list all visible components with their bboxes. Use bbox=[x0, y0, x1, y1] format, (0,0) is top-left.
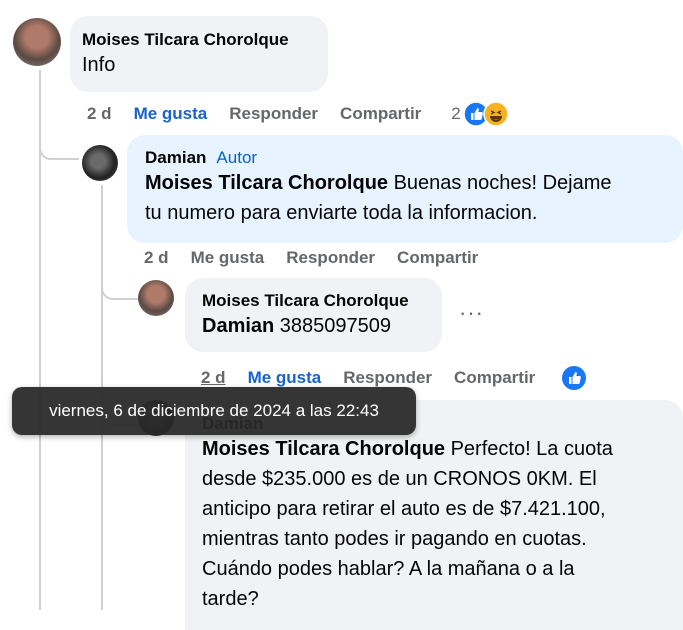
comment-text: Moises Tilcara Chorolque Buenas noches! … bbox=[145, 172, 612, 224]
mention-link[interactable]: Damian bbox=[202, 315, 274, 337]
timestamp-link[interactable]: 2 d bbox=[144, 248, 169, 268]
mention-link[interactable]: Moises Tilcara Chorolque bbox=[202, 438, 445, 460]
comment-bubble: Moises Tilcara Chorolque Damian 38850975… bbox=[185, 278, 442, 352]
comment-author[interactable]: Moises Tilcara Chorolque bbox=[202, 291, 430, 311]
comment-text: Info bbox=[82, 54, 116, 76]
timestamp-link[interactable]: 2 d bbox=[87, 104, 112, 124]
comment-text: Damian 3885097509 bbox=[202, 315, 392, 337]
reply-button[interactable]: Responder bbox=[343, 368, 432, 388]
avatar[interactable] bbox=[138, 280, 174, 316]
like-button[interactable]: Me gusta bbox=[134, 104, 208, 124]
comment-actions: 2 d Me gusta Responder Compartir 2 bbox=[87, 101, 509, 127]
reply-button[interactable]: Responder bbox=[286, 248, 375, 268]
comment-author[interactable]: Moises Tilcara Chorolque bbox=[82, 30, 316, 50]
more-options-button[interactable]: ··· bbox=[459, 300, 484, 326]
share-button[interactable]: Compartir bbox=[454, 368, 535, 388]
like-button[interactable]: Me gusta bbox=[191, 248, 265, 268]
like-button[interactable]: Me gusta bbox=[248, 368, 322, 388]
reply-button[interactable]: Responder bbox=[229, 104, 318, 124]
comment-author[interactable]: Damian bbox=[145, 148, 206, 167]
comment-header: Damian Autor bbox=[145, 148, 671, 168]
reaction-summary[interactable]: 2 bbox=[451, 101, 509, 127]
comment-actions: 2 d Me gusta Responder Compartir bbox=[144, 248, 500, 268]
reaction-count: 2 bbox=[451, 104, 461, 123]
author-badge: Autor bbox=[216, 148, 258, 167]
mention-link[interactable]: Moises Tilcara Chorolque bbox=[145, 172, 388, 194]
comment-text: Moises Tilcara Chorolque Perfecto! La cu… bbox=[202, 438, 613, 610]
avatar[interactable] bbox=[13, 18, 61, 66]
haha-reaction-icon bbox=[483, 101, 509, 127]
comment-bubble: Moises Tilcara Chorolque Info bbox=[70, 16, 328, 92]
timestamp-link[interactable]: 2 d bbox=[201, 368, 226, 388]
avatar[interactable] bbox=[82, 145, 118, 181]
share-button[interactable]: Compartir bbox=[397, 248, 478, 268]
like-reaction-icon[interactable] bbox=[561, 365, 587, 391]
share-button[interactable]: Compartir bbox=[340, 104, 421, 124]
thread-connector bbox=[101, 272, 139, 300]
comment-bubble: Damian Autor Moises Tilcara Chorolque Bue… bbox=[127, 135, 683, 243]
thread-connector bbox=[39, 130, 79, 160]
timestamp-tooltip: viernes, 6 de diciembre de 2024 a las 22… bbox=[12, 387, 416, 435]
